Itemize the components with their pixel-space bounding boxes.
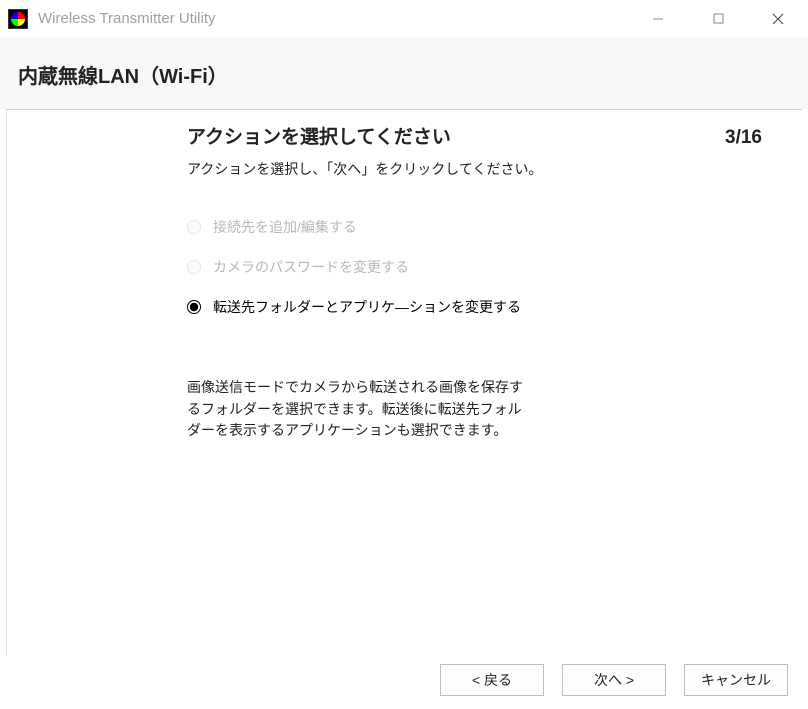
window-controls [628,0,808,37]
titlebar: Wireless Transmitter Utility [0,0,808,38]
panel-wrap: アクションを選択してください 3/16 アクションを選択し、「次へ」をクリックし… [0,109,808,657]
radio-option-folder[interactable]: 転送先フォルダーとアプリケ―ションを変更する [187,297,772,317]
step-title: アクションを選択してください [187,122,451,149]
maximize-button[interactable] [688,0,748,37]
option-description: 画像送信モードでカメラから転送される画像を保存するフォルダーを選択できます。転送… [187,377,532,442]
close-button[interactable] [748,0,808,37]
minimize-button[interactable] [628,0,688,37]
radio-option-add-edit: 接続先を追加/編集する [187,217,772,237]
radio-input-folder[interactable] [187,300,201,314]
step-count: 3/16 [725,127,772,149]
radio-option-password: カメラのパスワードを変更する [187,257,772,277]
radio-label: 転送先フォルダーとアプリケ―ションを変更する [213,297,521,317]
next-button[interactable]: 次へ > [562,664,666,696]
step-instruction: アクションを選択し、「次へ」をクリックしてください。 [187,159,772,179]
app-title: Wireless Transmitter Utility [38,10,628,27]
radio-label: カメラのパスワードを変更する [213,257,409,277]
action-radio-group: 接続先を追加/編集する カメラのパスワードを変更する 転送先フォルダーとアプリケ… [187,217,772,317]
radio-input-password [187,260,201,274]
radio-label: 接続先を追加/編集する [213,217,357,237]
radio-input-add-edit [187,220,201,234]
app-icon [8,9,28,29]
back-button[interactable]: < 戻る [440,664,544,696]
wizard-panel: アクションを選択してください 3/16 アクションを選択し、「次へ」をクリックし… [6,109,802,657]
page-title: 内蔵無線LAN（Wi-Fi） [18,60,790,89]
step-title-row: アクションを選択してください 3/16 [187,122,772,149]
page-header: 内蔵無線LAN（Wi-Fi） [0,38,808,109]
cancel-button[interactable]: キャンセル [684,664,788,696]
wizard-buttons: < 戻る 次へ > キャンセル [440,664,788,696]
